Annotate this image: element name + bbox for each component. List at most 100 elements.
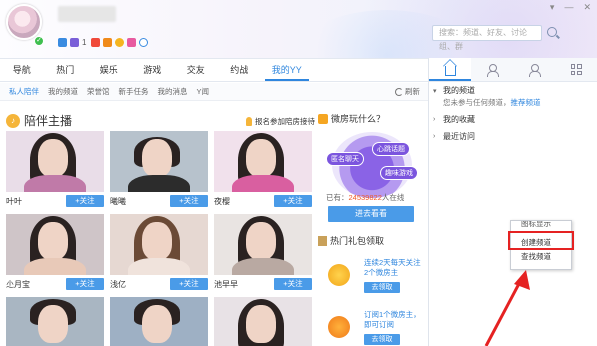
refresh-button[interactable]: 刷新 [395, 86, 420, 97]
tab-games[interactable]: 游戏 [131, 59, 175, 81]
follow-button[interactable]: +关注 [274, 278, 312, 290]
anchor-photo[interactable] [110, 297, 208, 346]
close-button[interactable]: ✕ [583, 2, 591, 13]
search-input[interactable]: 搜索：频道、好友、讨论组、群 [432, 25, 542, 51]
signup-link[interactable]: 报名参加陪房接待 [246, 116, 315, 127]
minimize-button[interactable]: — [564, 2, 573, 13]
promo-panel: 微房玩什么？ 心跳话题 匿名聊天 趣味游戏 已有：24539822人在线 进去看… [318, 112, 422, 222]
claim-button[interactable]: 去领取 [364, 334, 400, 345]
gift-icon[interactable] [103, 38, 113, 47]
follow-button[interactable]: +关注 [66, 195, 104, 207]
tab-entertainment[interactable]: 娱乐 [87, 59, 131, 81]
promo-title: 微房玩什么？ [318, 112, 422, 125]
photo-body [128, 175, 190, 192]
channel-tree: ▾ 我的频道 您未参与任何频道，推荐频道 › 我的收藏 › 最近访问 [433, 84, 593, 143]
online-status-icon: ✓ [34, 36, 44, 46]
user-icon [487, 63, 499, 77]
tab-home[interactable] [429, 58, 471, 81]
anchor-card[interactable]: 池早早 +关注 [214, 214, 312, 291]
subnav-newbie-tasks[interactable]: 新手任务 [119, 86, 149, 97]
tree-recent[interactable]: › 最近访问 [433, 130, 593, 143]
tree-favorites[interactable]: › 我的收藏 [433, 113, 593, 126]
avatar[interactable] [6, 4, 42, 40]
subnav-private[interactable]: 私人陪伴 [9, 86, 39, 97]
anchor-photo[interactable] [6, 214, 104, 275]
pill-topic: 心跳话题 [372, 142, 410, 156]
subnav-messages[interactable]: 我的消息 [158, 86, 188, 97]
anchor-photo[interactable] [6, 297, 104, 346]
apps-grid-icon [570, 64, 582, 75]
empty-note-text: 您未参与任何频道， [443, 98, 511, 107]
header: ✓ 1 ▾ — ✕ 搜索：频道、好友、讨论组、群 [0, 0, 597, 58]
tab-contacts[interactable] [513, 58, 555, 81]
game-icon[interactable] [91, 38, 101, 47]
follow-button[interactable]: +关注 [274, 195, 312, 207]
photo-face [142, 305, 172, 343]
subnav-my-channels[interactable]: 我的频道 [48, 86, 78, 97]
gift-box-icon [318, 235, 327, 246]
tab-friends[interactable] [471, 58, 513, 81]
main-nav: 导航 热门 娱乐 游戏 交友 约战 我的YY [0, 58, 428, 82]
heart-icon[interactable] [127, 38, 137, 47]
gift-text[interactable]: 连续2天每天关注2个微房主 [364, 258, 422, 278]
claim-button[interactable]: 去领取 [364, 282, 400, 293]
subnav-honors[interactable]: 荣誉馆 [87, 86, 110, 97]
chevron-right-icon: › [433, 116, 436, 123]
anchor-card[interactable]: 夜樱 +关注 [214, 131, 312, 208]
count-suffix: 人在线 [381, 193, 405, 202]
recommend-link[interactable]: 推荐频道 [511, 98, 541, 107]
gift-title: 热门礼包领取 [318, 234, 422, 247]
anchor-card[interactable]: 浅亿 +关注 [110, 214, 208, 291]
tab-hot[interactable]: 热门 [44, 59, 88, 81]
anchor-photo[interactable] [110, 214, 208, 275]
lightbulb-icon [246, 117, 252, 126]
anchor-photo[interactable] [214, 131, 312, 192]
anchor-name: 叶叶 [6, 196, 22, 206]
tree-my-channels[interactable]: ▾ 我的频道 [433, 84, 593, 97]
eye-icon[interactable] [139, 38, 149, 47]
tab-my-yy[interactable]: 我的YY [265, 59, 309, 81]
tab-social[interactable]: 交友 [174, 59, 218, 81]
photo-body [232, 258, 294, 275]
anchor-photo[interactable] [110, 131, 208, 192]
gift-text[interactable]: 订阅1个微房主，即可订阅 [364, 310, 422, 330]
count-prefix: 已有： [326, 193, 349, 202]
menu-item-icon-display[interactable]: 图标显示 [511, 221, 571, 230]
subnav-news[interactable]: Y闻 [197, 86, 210, 97]
section-title-text: 陪伴主播 [24, 114, 73, 128]
anchor-card[interactable]: 叶叶 +关注 [6, 131, 104, 208]
chevron-right-icon: › [433, 133, 436, 140]
count-value: 24539822 [348, 193, 382, 202]
anchor-photo[interactable] [6, 131, 104, 192]
photo-face [38, 139, 68, 177]
anchor-card[interactable] [6, 297, 104, 346]
tab-nav[interactable]: 导航 [0, 59, 44, 81]
anchor-photo[interactable] [214, 297, 312, 346]
signup-text: 报名参加陪房接待 [255, 117, 315, 126]
coin-stack-icon [328, 264, 350, 286]
search-icon[interactable] [547, 27, 557, 37]
tab-battle[interactable]: 约战 [218, 59, 262, 81]
microphone-icon: ♪ [6, 113, 20, 128]
tab-apps[interactable] [555, 58, 597, 81]
photo-body [128, 258, 190, 275]
anchor-card[interactable]: 曦曦 +关注 [110, 131, 208, 208]
anchor-photo[interactable] [214, 214, 312, 275]
anchor-name: 尐月宝 [6, 279, 30, 289]
follow-button[interactable]: +关注 [170, 195, 208, 207]
dropdown-button[interactable]: ▾ [550, 2, 555, 13]
anchor-card[interactable] [214, 297, 312, 346]
menu-item-find-channel[interactable]: 查找频道 [511, 250, 571, 264]
follow-button[interactable]: +关注 [170, 278, 208, 290]
gift-item: 订阅1个微房主，即可订阅 去领取 [318, 310, 422, 346]
coin-icon[interactable] [115, 38, 125, 47]
enter-button[interactable]: 进去看看 [328, 206, 414, 222]
user-badges: 1 [58, 38, 149, 47]
promo-title-text: 微房玩什么？ [331, 114, 386, 124]
pill-games: 趣味游戏 [380, 166, 418, 180]
follow-button[interactable]: +关注 [66, 278, 104, 290]
anchor-card[interactable]: 尐月宝 +关注 [6, 214, 104, 291]
vip-icon[interactable] [58, 38, 67, 47]
anchor-card[interactable] [110, 297, 208, 346]
level-icon[interactable] [70, 38, 79, 47]
